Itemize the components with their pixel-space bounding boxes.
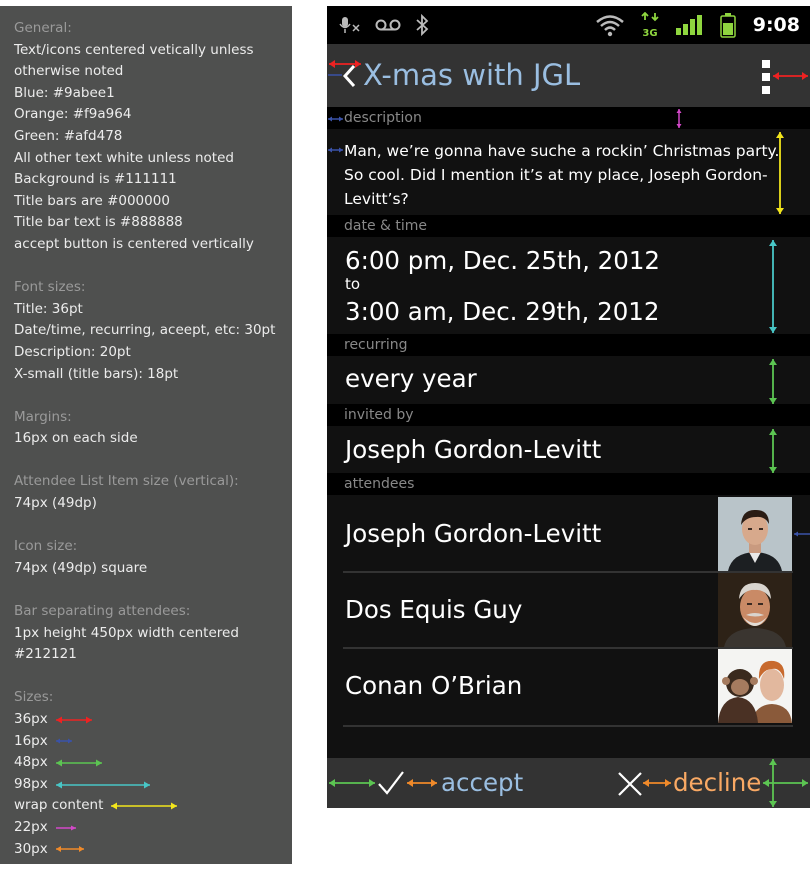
spec-line: Title bars are #000000 [14, 192, 170, 209]
size-legend-wrap: wrap content [14, 795, 292, 817]
phone-screen: 3G 9:08 X-mas with JGL description Man, … [327, 6, 810, 808]
size-legend-16: 16px [14, 731, 292, 753]
red-arrow-icon [55, 716, 92, 724]
yellow-arrow-icon [111, 802, 178, 810]
cyan-arrow-icon [55, 781, 150, 789]
spec-line: #212121 [14, 646, 77, 663]
magenta-arrow-icon [55, 825, 76, 831]
size-label: wrap content [14, 797, 104, 814]
spec-line: Orange: #f9a964 [14, 106, 132, 123]
magenta-arrow-icon [676, 109, 682, 128]
blue-arrow-icon [328, 74, 810, 537]
green-arrow-icon [55, 759, 102, 767]
yellow-arrow-icon [776, 132, 784, 214]
size-legend-30: 30px [14, 839, 292, 861]
size-legend-22: 22px [14, 817, 292, 839]
cyan-arrow-icon [769, 240, 777, 333]
blue-arrow-icon [55, 738, 72, 744]
size-legend-48: 48px [14, 752, 292, 774]
spec-line: Date/time, recurring, aceept, etc: 30pt [14, 322, 276, 339]
spec-panel: General: Text/icons centered vetically u… [0, 6, 292, 864]
size-label: 48px [14, 754, 48, 771]
size-label: 22px [14, 818, 48, 835]
orange-arrow-icon [407, 779, 671, 787]
size-label: 16px [14, 732, 48, 749]
spec-line: 1px height 450px width centered [14, 624, 239, 641]
size-legend-36: 36px [14, 709, 292, 731]
spec-line: 16px on each side [14, 430, 138, 447]
spec-icon-header: Icon size: [14, 538, 78, 555]
spec-line: otherwise noted [14, 63, 124, 80]
spec-attendee-header: Attendee List Item size (vertical): [14, 473, 239, 490]
size-label: 30px [14, 840, 48, 857]
spec-annotations [328, 60, 810, 807]
spec-bar-header: Bar separating attendees: [14, 603, 191, 620]
spec-margins-header: Margins: [14, 408, 72, 425]
spec-line: Title bar text is #888888 [14, 214, 183, 231]
green-arrow-icon [329, 359, 808, 807]
spec-line: 74px (49dp) [14, 495, 97, 512]
spec-line: X-small (title bars): 18pt [14, 365, 179, 382]
spec-line: 74px (49dp) square [14, 559, 148, 576]
spec-sizes-header: Sizes: [14, 689, 54, 706]
spec-line: Blue: #9abee1 [14, 84, 115, 101]
spec-line: Text/icons centered vetically unless [14, 41, 254, 58]
spec-general-header: General: [14, 20, 72, 36]
orange-arrow-icon [55, 846, 84, 853]
spec-line: All other text white unless noted [14, 149, 234, 166]
spec-line: accept button is centered vertically [14, 235, 254, 252]
spec-line: Title: 36pt [14, 300, 83, 317]
size-label: 98px [14, 775, 48, 792]
spec-line: Background is #111111 [14, 171, 177, 188]
size-legend-98: 98px [14, 774, 292, 796]
spec-line: Description: 20pt [14, 343, 131, 360]
spec-fonts-header: Font sizes: [14, 279, 86, 296]
spec-line: Green: #afd478 [14, 127, 123, 144]
size-label: 36px [14, 711, 48, 727]
red-arrow-icon [329, 60, 808, 80]
